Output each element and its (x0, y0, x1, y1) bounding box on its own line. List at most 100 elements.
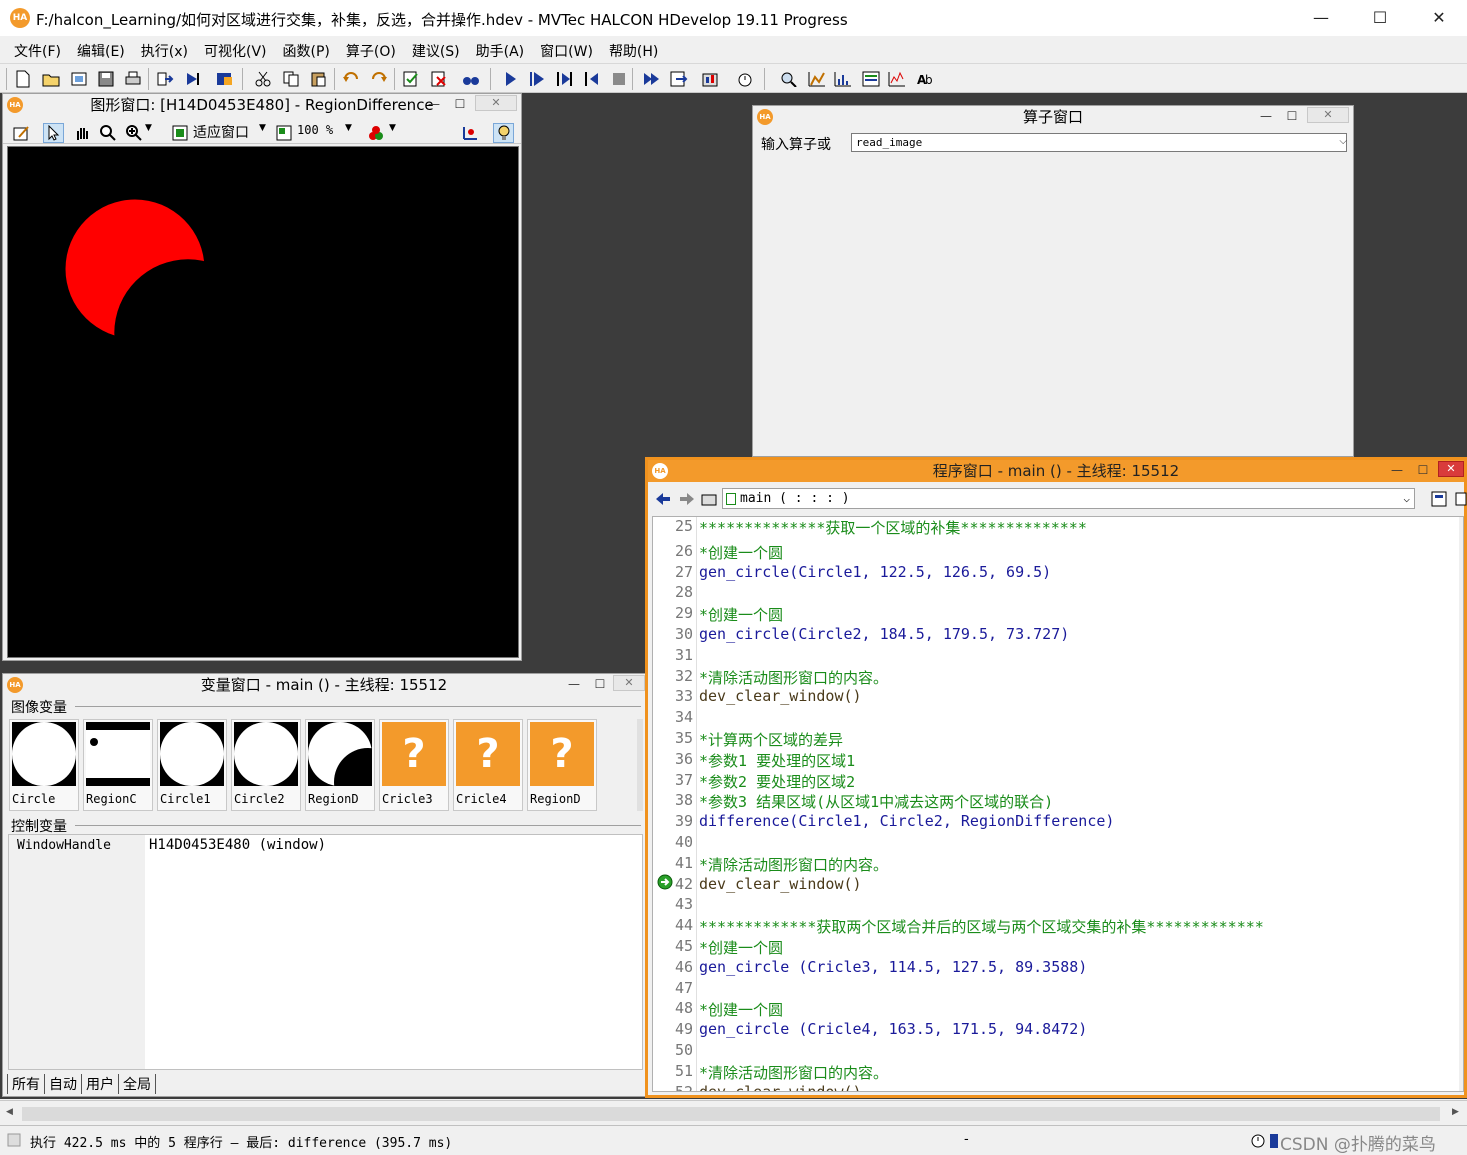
code-line[interactable]: difference(Circle1, Circle2, RegionDiffe… (699, 812, 1114, 830)
magnifier-icon[interactable] (97, 123, 118, 143)
feature-histogram-icon[interactable] (832, 69, 853, 89)
line-number[interactable]: 38 (653, 791, 693, 809)
menu-procedures[interactable]: 函数(P) (275, 38, 338, 62)
procedure-select[interactable]: main ( : : : ) ⌵ (722, 488, 1415, 509)
open-file-icon[interactable] (40, 69, 61, 89)
stop-icon[interactable] (608, 69, 629, 89)
tab-all[interactable]: 所有 (7, 1074, 45, 1094)
menu-operators[interactable]: 算子(O) (338, 38, 404, 62)
code-line[interactable]: dev_clear_window() (699, 875, 862, 893)
line-number[interactable]: 51 (653, 1062, 693, 1080)
line-number[interactable]: 27 (653, 563, 693, 581)
copy-icon[interactable] (280, 69, 301, 89)
chevron-down-icon[interactable]: ▼ (345, 123, 352, 133)
open-example-icon[interactable] (68, 69, 89, 89)
chevron-down-icon[interactable]: ▼ (389, 123, 396, 133)
procedure-settings-icon[interactable] (1428, 489, 1449, 509)
operator-input[interactable]: read_image (851, 133, 1347, 152)
pointer-icon[interactable] (43, 123, 64, 143)
line-number[interactable]: 28 (653, 583, 693, 601)
menu-assistants[interactable]: 助手(A) (468, 38, 533, 62)
iconic-variable[interactable]: ? Cricle3 (379, 719, 449, 811)
cut-icon[interactable] (252, 69, 273, 89)
line-number[interactable]: 31 (653, 646, 693, 664)
lightbulb-icon[interactable] (493, 123, 514, 143)
step-into-icon[interactable] (582, 69, 603, 89)
edit-procedure-icon[interactable] (1450, 489, 1467, 509)
undo-icon[interactable] (340, 69, 361, 89)
iconic-variable[interactable]: Circle2 (231, 719, 301, 811)
maximize-button[interactable]: ☐ (1357, 4, 1403, 32)
code-line[interactable]: gen_circle (Cricle3, 114.5, 127.5, 89.35… (699, 958, 1087, 976)
scroll-thumb[interactable] (22, 1107, 1440, 1121)
tab-user[interactable]: 用户 (82, 1074, 119, 1094)
redo-icon[interactable] (368, 69, 389, 89)
maximize-button[interactable]: ☐ (447, 94, 473, 114)
line-number[interactable]: 32 (653, 667, 693, 685)
line-number[interactable]: 29 (653, 604, 693, 622)
ocr-icon[interactable]: Ab (914, 69, 935, 89)
fit-window-label[interactable]: 适应窗口 (193, 122, 249, 142)
iconic-variable[interactable]: Circle (9, 719, 79, 811)
code-line[interactable]: *参数3 结果区域(从区域1中减去这两个区域的联合) (699, 791, 1053, 812)
profiler-icon[interactable] (700, 69, 721, 89)
graphics-canvas[interactable] (7, 146, 519, 658)
reset-program-icon[interactable] (640, 69, 661, 89)
control-variable-value[interactable]: H14D0453E480 (window) (149, 837, 326, 853)
minimize-button[interactable]: — (561, 674, 587, 694)
iconic-variable[interactable]: Circle1 (157, 719, 227, 811)
code-line[interactable]: *创建一个圆 (699, 542, 783, 563)
code-line[interactable]: *清除活动图形窗口的内容。 (699, 1062, 888, 1083)
code-line[interactable]: dev_clear_window() (699, 687, 862, 705)
move-hand-icon[interactable] (71, 123, 92, 143)
code-line[interactable]: **************获取一个区域的补集************** (699, 517, 1087, 538)
iconic-variable[interactable]: ? RegionD (527, 719, 597, 811)
line-number[interactable]: 49 (653, 1020, 693, 1038)
menu-execute[interactable]: 执行(x) (133, 38, 196, 62)
tab-global[interactable]: 全局 (119, 1074, 156, 1094)
code-line[interactable]: dev_clear_window() (699, 1083, 862, 1091)
code-line[interactable]: *清除活动图形窗口的内容。 (699, 667, 888, 688)
program-editor[interactable]: 25 26 27 28 29 30 31 32 33 34 35 36 37 38 39 40 41 42 43 44… (652, 516, 1464, 1092)
tab-auto[interactable]: 自动 (45, 1074, 82, 1094)
save-icon[interactable] (95, 69, 116, 89)
close-button[interactable]: ✕ (475, 95, 517, 111)
close-button[interactable]: ✕ (1416, 4, 1462, 32)
maximize-button[interactable]: ☐ (587, 674, 613, 694)
settings-icon[interactable] (214, 69, 235, 89)
line-number[interactable]: 50 (653, 1041, 693, 1059)
deactivate-icon[interactable] (428, 69, 449, 89)
code-line[interactable]: *创建一个圆 (699, 604, 783, 625)
iconic-variable[interactable]: RegionD (305, 719, 375, 811)
line-number[interactable]: 41 (653, 854, 693, 872)
line-number[interactable]: 33 (653, 687, 693, 705)
timer-icon[interactable] (734, 69, 755, 89)
code-line[interactable]: *计算两个区域的差异 (699, 729, 843, 750)
menu-suggestions[interactable]: 建议(S) (404, 38, 468, 62)
maximize-button[interactable]: ☐ (1279, 106, 1305, 126)
minimize-button[interactable]: — (421, 94, 447, 114)
line-number[interactable]: 45 (653, 937, 693, 955)
code-line[interactable]: *参数2 要处理的区域2 (699, 771, 855, 792)
line-number[interactable]: 43 (653, 895, 693, 913)
line-number[interactable]: 36 (653, 750, 693, 768)
paste-icon[interactable] (307, 69, 328, 89)
line-number[interactable]: 52 (653, 1083, 693, 1091)
step-icon[interactable] (526, 69, 547, 89)
minimize-button[interactable]: — (1384, 460, 1410, 480)
line-number[interactable]: 40 (653, 833, 693, 851)
chevron-down-icon[interactable]: ▼ (145, 123, 152, 133)
run-icon[interactable] (500, 69, 521, 89)
fit-window-icon[interactable] (169, 123, 190, 143)
gray-histogram-icon[interactable] (806, 69, 827, 89)
close-button[interactable]: ✕ (613, 675, 645, 691)
procedure-folder-icon[interactable] (698, 489, 719, 509)
line-number[interactable]: 35 (653, 729, 693, 747)
menu-visualization[interactable]: 可视化(V) (196, 38, 275, 62)
chevron-down-icon[interactable]: ▼ (259, 123, 266, 133)
menu-file[interactable]: 文件(F) (6, 38, 69, 62)
line-number[interactable]: 26 (653, 542, 693, 560)
line-number[interactable]: 46 (653, 958, 693, 976)
zoom-level-label[interactable]: 100 % (297, 123, 333, 137)
line-number[interactable]: 25 (653, 517, 693, 535)
